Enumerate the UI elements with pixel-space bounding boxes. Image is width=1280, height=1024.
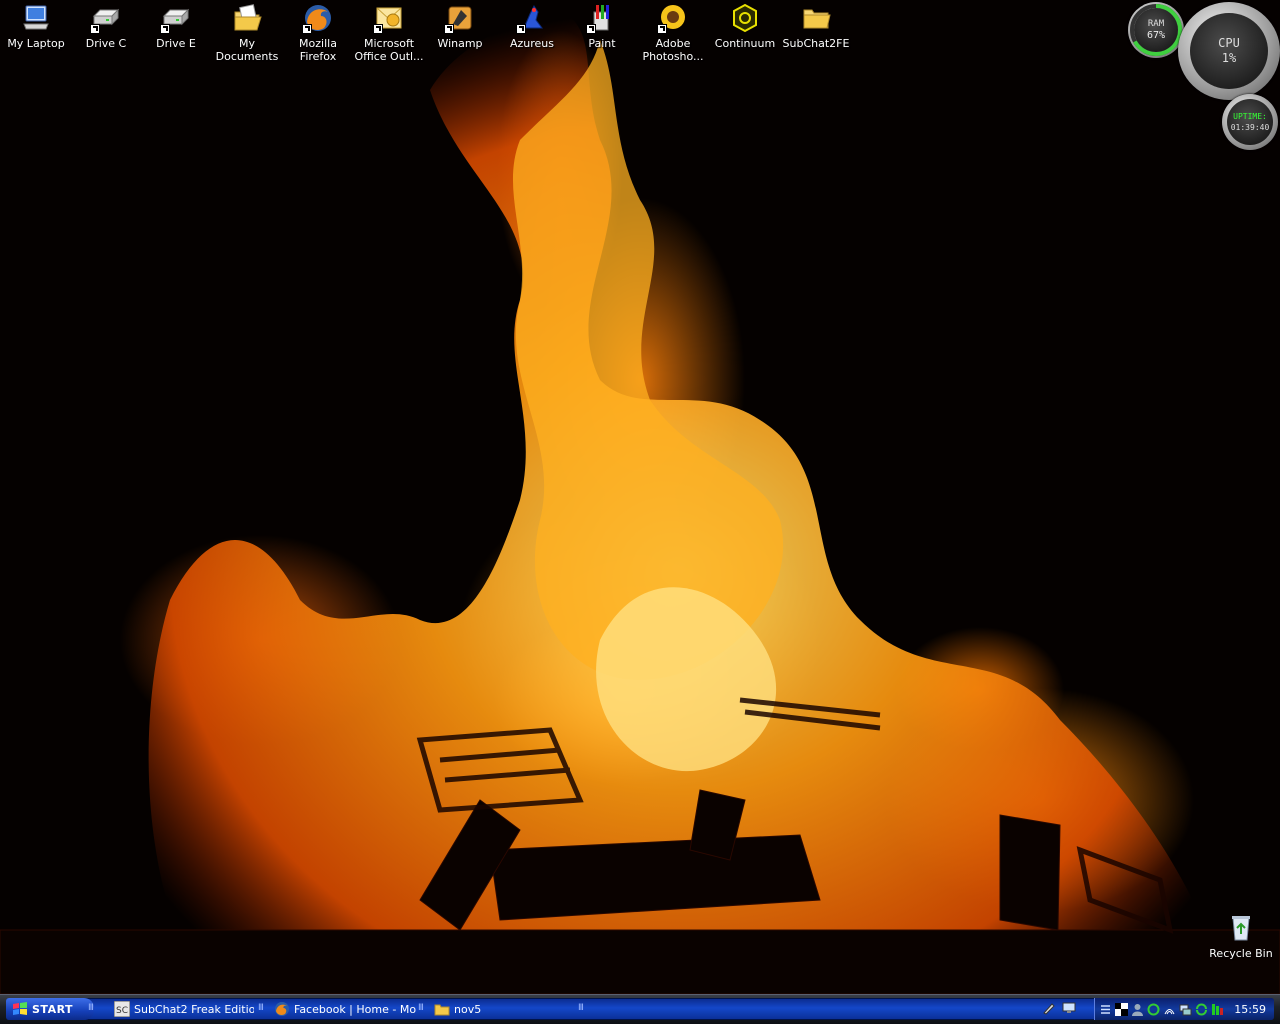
- task-facebook-firefox[interactable]: Facebook | Home - Mo...: [274, 999, 416, 1019]
- desktop-icon-label: Azureus: [509, 37, 555, 50]
- firefox-icon: [275, 1002, 289, 1016]
- desktop-icon-label: Mozilla Firefox: [299, 37, 337, 63]
- network-icon[interactable]: [1179, 1003, 1192, 1016]
- folder-icon: [434, 1004, 450, 1016]
- desktop-icon-label: Drive E: [156, 37, 196, 50]
- ram-value: 67%: [1146, 30, 1166, 41]
- tray-checkered-icon[interactable]: [1115, 1002, 1128, 1016]
- shortcut-arrow-icon: [444, 24, 454, 34]
- start-button[interactable]: START: [6, 998, 94, 1020]
- desktop-icon-label: My Documents: [215, 37, 279, 63]
- display-settings-icon[interactable]: [1062, 1001, 1076, 1015]
- recycle-bin-icon: [1225, 912, 1257, 944]
- task-separator-grip: III: [418, 1003, 424, 1013]
- desktop-icon-recycle-bin[interactable]: Recycle Bin: [1205, 912, 1277, 960]
- desktop-icon-label: Continuum: [714, 37, 776, 50]
- desktop-icon-label: Drive C: [85, 37, 127, 50]
- fire-illustration: [0, 10, 1280, 994]
- desktop-icon-winamp[interactable]: Winamp: [424, 2, 496, 50]
- svg-text:SC: SC: [116, 1006, 128, 1016]
- winamp-icon: [444, 2, 476, 34]
- uptime-value: 01:39:40: [1230, 123, 1270, 132]
- desktop-icon-microsoft-outlook[interactable]: Microsoft Office Outl...: [353, 2, 425, 63]
- desktop-icon-label: Recycle Bin: [1209, 947, 1273, 960]
- windows-logo-icon: [13, 1002, 27, 1015]
- photoshop-sunflower-icon: [657, 2, 689, 34]
- task-subchat2[interactable]: SC SubChat2 Freak Edition: [114, 999, 254, 1019]
- shortcut-arrow-icon: [516, 24, 526, 34]
- quick-tools: [1042, 1001, 1076, 1015]
- desktop-icon-label: SubChat2FE: [782, 37, 850, 50]
- toolbar-grip[interactable]: III: [88, 1003, 94, 1013]
- desktop-icon-my-documents[interactable]: My Documents: [211, 2, 283, 63]
- paint-icon: [586, 2, 618, 34]
- desktop-icon-label: Winamp: [437, 37, 483, 50]
- tray-menu-icon[interactable]: [1099, 1003, 1112, 1016]
- task-label: nov5: [454, 1002, 482, 1016]
- desktop-icon-label: Adobe Photosho...: [642, 37, 704, 63]
- hard-drive-icon: [90, 2, 122, 34]
- ram-gauge-face: RAM 67%: [1134, 8, 1178, 52]
- shortcut-arrow-icon: [586, 24, 596, 34]
- messenger-icon[interactable]: [1131, 1003, 1144, 1016]
- outlook-icon: [373, 2, 405, 34]
- desktop-icon-drive-e[interactable]: Drive E: [140, 2, 212, 50]
- desktop-icon-continuum[interactable]: Continuum: [709, 2, 781, 50]
- desktop-icon-drive-c[interactable]: Drive C: [70, 2, 142, 50]
- task-nov5-folder[interactable]: nov5: [434, 999, 514, 1019]
- shortcut-arrow-icon: [90, 24, 100, 34]
- uptime-gauge-face: UPTIME: 01:39:40: [1227, 99, 1273, 145]
- shortcut-arrow-icon: [302, 24, 312, 34]
- system-tray: 15:59: [1094, 998, 1274, 1020]
- desktop-icon-azureus[interactable]: Azureus: [496, 2, 568, 50]
- shortcut-arrow-icon: [657, 24, 667, 34]
- start-label: START: [32, 1002, 74, 1016]
- battery-meter-icon[interactable]: [1211, 1003, 1224, 1016]
- taskbar-body: START III SC SubChat2 Freak Edition III …: [6, 998, 1274, 1020]
- desktop-icon-label: Paint: [588, 37, 616, 50]
- task-separator-grip: III: [578, 1003, 584, 1013]
- taskbar: START III SC SubChat2 Freak Edition III …: [0, 994, 1280, 1024]
- hard-drive-icon: [160, 2, 192, 34]
- task-separator-grip: III: [258, 1003, 264, 1013]
- desktop-icon-label: Microsoft Office Outl...: [354, 37, 424, 63]
- desktop-icon-my-laptop[interactable]: My Laptop: [0, 2, 72, 50]
- desktop-icon-subchat2fe[interactable]: SubChat2FE: [780, 2, 852, 50]
- cpu-label: CPU: [1218, 36, 1240, 50]
- task-label: Facebook | Home - Mo...: [294, 1002, 416, 1016]
- desktop-icon-paint[interactable]: Paint: [566, 2, 638, 50]
- cpu-gauge-face: CPU 1%: [1190, 13, 1268, 89]
- firefox-icon: [302, 2, 334, 34]
- wireless-signal-icon[interactable]: [1163, 1003, 1176, 1016]
- sync-icon[interactable]: [1195, 1003, 1208, 1016]
- desktop-icon-label: My Laptop: [7, 37, 65, 50]
- ram-gauge: RAM 67%: [1128, 2, 1184, 58]
- pen-tool-icon[interactable]: [1042, 1001, 1056, 1015]
- shortcut-arrow-icon: [160, 24, 170, 34]
- desktop-icon-mozilla-firefox[interactable]: Mozilla Firefox: [282, 2, 354, 63]
- clock[interactable]: 15:59: [1234, 1003, 1266, 1016]
- subchat-app-icon: SC: [114, 1001, 130, 1017]
- shortcut-arrow-icon: [373, 24, 383, 34]
- computer-icon: [20, 2, 52, 34]
- refresh-icon[interactable]: [1147, 1003, 1160, 1016]
- azureus-frog-icon: [516, 2, 548, 34]
- documents-folder-icon: [231, 2, 263, 34]
- continuum-icon: [729, 2, 761, 34]
- desktop-icon-adobe-photoshop[interactable]: Adobe Photosho...: [637, 2, 709, 63]
- cpu-value: 1%: [1221, 51, 1237, 65]
- ram-label: RAM: [1147, 19, 1165, 29]
- folder-icon: [800, 2, 832, 34]
- uptime-gauge: UPTIME: 01:39:40: [1222, 94, 1278, 150]
- desktop-wallpaper: [0, 0, 1280, 994]
- uptime-label: UPTIME:: [1233, 112, 1267, 121]
- cpu-gauge: CPU 1%: [1178, 2, 1280, 100]
- task-label: SubChat2 Freak Edition: [134, 1002, 254, 1016]
